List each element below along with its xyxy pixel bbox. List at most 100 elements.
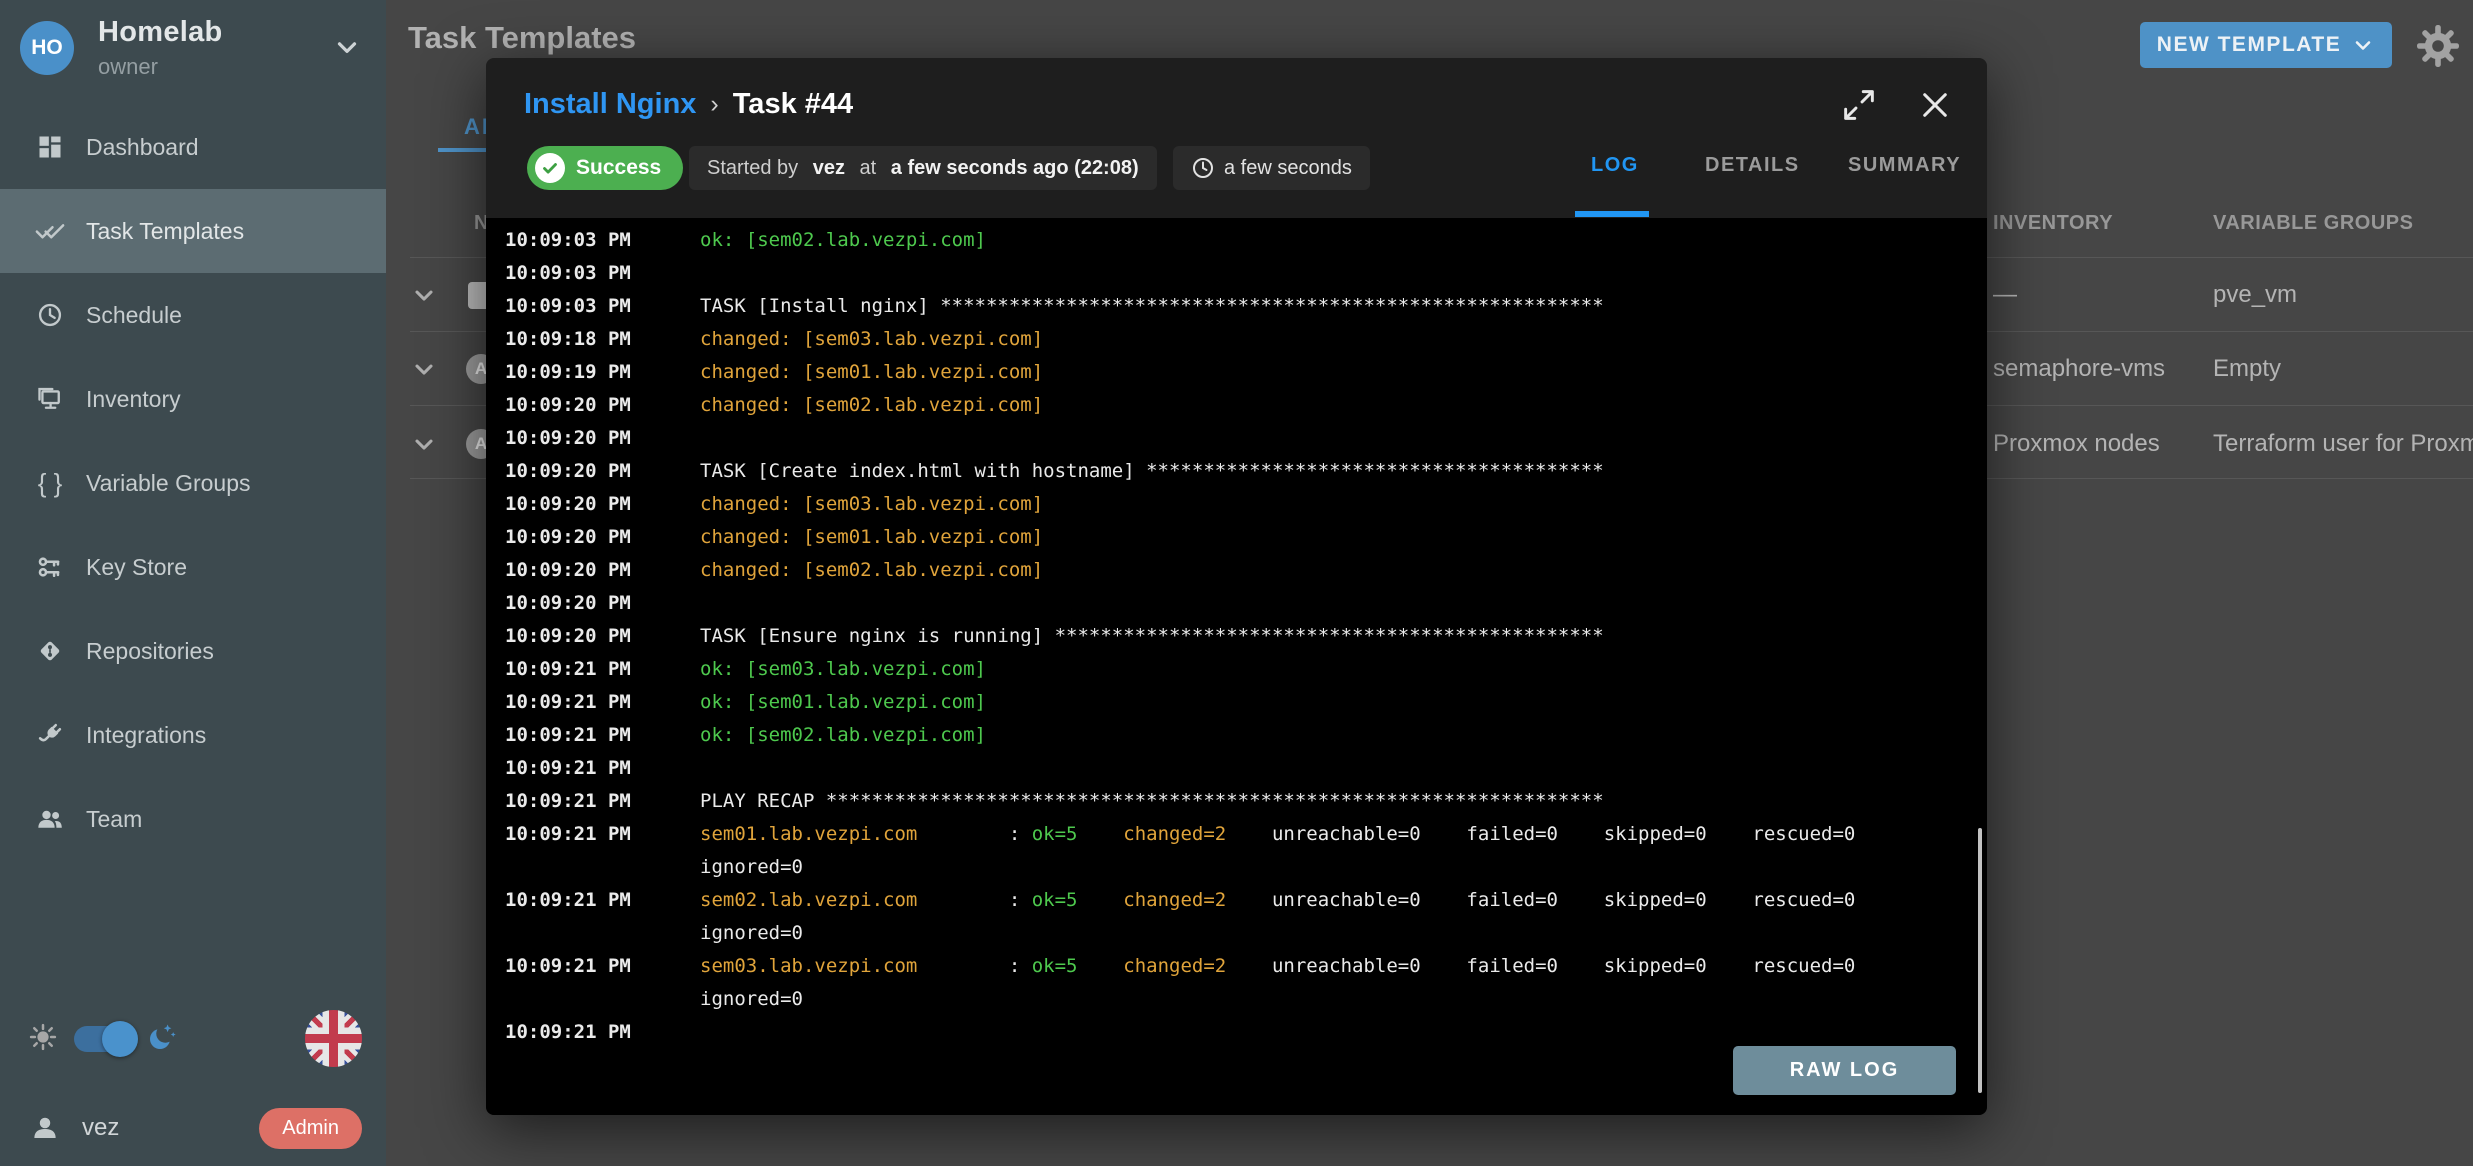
chevron-down-icon[interactable] — [410, 355, 438, 388]
close-dialog-button[interactable] — [1914, 84, 1956, 126]
people-icon — [30, 799, 70, 839]
log-line: 10:09:21 PMok: [sem02.lab.vezpi.com] — [486, 719, 1987, 752]
dashboard-icon — [30, 127, 70, 167]
chevron-down-icon[interactable] — [410, 430, 438, 463]
language-flag-uk[interactable] — [305, 1010, 362, 1067]
table-cell-inventory: — — [1993, 281, 2017, 309]
double-check-icon — [30, 211, 70, 251]
log-line: ignored=0 — [486, 851, 1987, 884]
page-title: Task Templates — [408, 20, 636, 56]
sun-icon — [28, 1022, 58, 1057]
status-badge: Success — [527, 146, 683, 190]
breadcrumb-task: Task #44 — [733, 88, 853, 121]
sidebar-item-label: Inventory — [86, 386, 181, 413]
task-dialog: Install Nginx › Task #44 Success Started… — [486, 58, 1987, 1115]
git-icon — [30, 631, 70, 671]
log-line: 10:09:21 PM — [486, 1016, 1987, 1049]
braces-icon: { } — [30, 463, 70, 503]
log-line: 10:09:18 PMchanged: [sem03.lab.vezpi.com… — [486, 323, 1987, 356]
tab-log[interactable]: LOG — [1591, 154, 1639, 177]
sidebar-item-task-templates[interactable]: Task Templates — [0, 189, 386, 273]
username: vez — [82, 1114, 119, 1142]
check-icon — [535, 153, 565, 183]
chevron-down-icon — [2351, 33, 2375, 57]
log-line: 10:09:20 PMchanged: [sem03.lab.vezpi.com… — [486, 488, 1987, 521]
plug-icon — [30, 715, 70, 755]
user-row[interactable]: vez Admin — [0, 1102, 386, 1154]
dark-mode-toggle[interactable] — [74, 1026, 132, 1052]
sidebar-item-label: Variable Groups — [86, 470, 251, 497]
close-icon — [1919, 89, 1951, 121]
sidebar-menu: Dashboard Task Templates Schedule Invent… — [0, 105, 386, 861]
log-line: 10:09:21 PMsem03.lab.vezpi.com : ok=5 ch… — [486, 950, 1987, 983]
table-cell-inventory: Proxmox nodes — [1993, 430, 2160, 458]
log-line: ignored=0 — [486, 917, 1987, 950]
tab-details[interactable]: DETAILS — [1705, 154, 1800, 177]
sidebar-item-label: Key Store — [86, 554, 187, 581]
sidebar-item-label: Dashboard — [86, 134, 199, 161]
log-line: 10:09:03 PMTASK [Install nginx] ********… — [486, 290, 1987, 323]
person-icon — [30, 1113, 60, 1143]
clock-icon — [1191, 156, 1215, 180]
raw-log-button[interactable]: RAW LOG — [1733, 1046, 1956, 1095]
table-cell-variable-groups: pve_vm — [2213, 281, 2297, 309]
column-header-inventory: INVENTORY — [1993, 212, 2113, 235]
breadcrumb-template-link[interactable]: Install Nginx — [524, 88, 696, 121]
breadcrumb: Install Nginx › Task #44 — [524, 88, 853, 121]
toggle-knob — [102, 1021, 138, 1057]
project-avatar: HO — [20, 21, 74, 75]
sidebar: HO Homelab owner Dashboard Task Template… — [0, 0, 386, 1166]
admin-badge[interactable]: Admin — [259, 1108, 362, 1149]
project-name: Homelab — [98, 16, 223, 49]
sidebar-item-label: Repositories — [86, 638, 214, 665]
new-template-button[interactable]: NEW TEMPLATE — [2140, 22, 2392, 68]
table-cell-variable-groups: Empty — [2213, 355, 2281, 383]
table-cell-variable-groups: Terraform user for Proxm — [2213, 430, 2473, 458]
moon-icon — [146, 1021, 178, 1058]
sidebar-item-schedule[interactable]: Schedule — [0, 273, 386, 357]
monitor-icon — [30, 379, 70, 419]
log-line: 10:09:21 PMsem01.lab.vezpi.com : ok=5 ch… — [486, 818, 1987, 851]
project-role: owner — [98, 54, 223, 80]
sidebar-item-variable-groups[interactable]: { } Variable Groups — [0, 441, 386, 525]
log-scrollbar[interactable] — [1978, 828, 1982, 1093]
log-line: 10:09:21 PM — [486, 752, 1987, 785]
status-label: Success — [576, 156, 661, 180]
log-line: 10:09:21 PMok: [sem01.lab.vezpi.com] — [486, 686, 1987, 719]
sidebar-item-team[interactable]: Team — [0, 777, 386, 861]
log-line: 10:09:21 PMok: [sem03.lab.vezpi.com] — [486, 653, 1987, 686]
sidebar-item-integrations[interactable]: Integrations — [0, 693, 386, 777]
sidebar-item-label: Schedule — [86, 302, 182, 329]
active-tab-indicator — [1575, 211, 1649, 217]
project-switcher[interactable]: HO Homelab owner — [0, 0, 386, 95]
duration-chip: a few seconds — [1173, 146, 1370, 190]
sidebar-item-dashboard[interactable]: Dashboard — [0, 105, 386, 189]
breadcrumb-separator: › — [710, 90, 718, 119]
duration-label: a few seconds — [1224, 157, 1352, 180]
expand-dialog-button[interactable] — [1838, 84, 1880, 126]
theme-switcher — [0, 1010, 386, 1068]
table-cell-inventory: semaphore-vms — [1993, 355, 2165, 383]
log-line: 10:09:20 PM — [486, 587, 1987, 620]
started-when: a few seconds ago (22:08) — [891, 157, 1139, 180]
sidebar-item-label: Task Templates — [86, 218, 244, 245]
sidebar-item-repositories[interactable]: Repositories — [0, 609, 386, 693]
log-line: ignored=0 — [486, 983, 1987, 1016]
gear-icon[interactable] — [2414, 22, 2462, 70]
sidebar-item-label: Team — [86, 806, 142, 833]
log-line: 10:09:19 PMchanged: [sem01.lab.vezpi.com… — [486, 356, 1987, 389]
sidebar-item-inventory[interactable]: Inventory — [0, 357, 386, 441]
log-line: 10:09:21 PMPLAY RECAP ******************… — [486, 785, 1987, 818]
log-line: 10:09:20 PMTASK [Ensure nginx is running… — [486, 620, 1987, 653]
new-template-label: NEW TEMPLATE — [2157, 33, 2341, 57]
clock-icon — [30, 295, 70, 335]
sidebar-item-label: Integrations — [86, 722, 206, 749]
chevron-down-icon[interactable] — [410, 281, 438, 314]
log-lines: 10:09:03 PMok: [sem02.lab.vezpi.com]10:0… — [486, 224, 1987, 1049]
chevron-down-icon — [332, 32, 362, 67]
keys-icon — [30, 547, 70, 587]
log-line: 10:09:20 PMchanged: [sem02.lab.vezpi.com… — [486, 389, 1987, 422]
sidebar-item-key-store[interactable]: Key Store — [0, 525, 386, 609]
tab-summary[interactable]: SUMMARY — [1848, 154, 1961, 177]
log-line: 10:09:03 PM — [486, 257, 1987, 290]
